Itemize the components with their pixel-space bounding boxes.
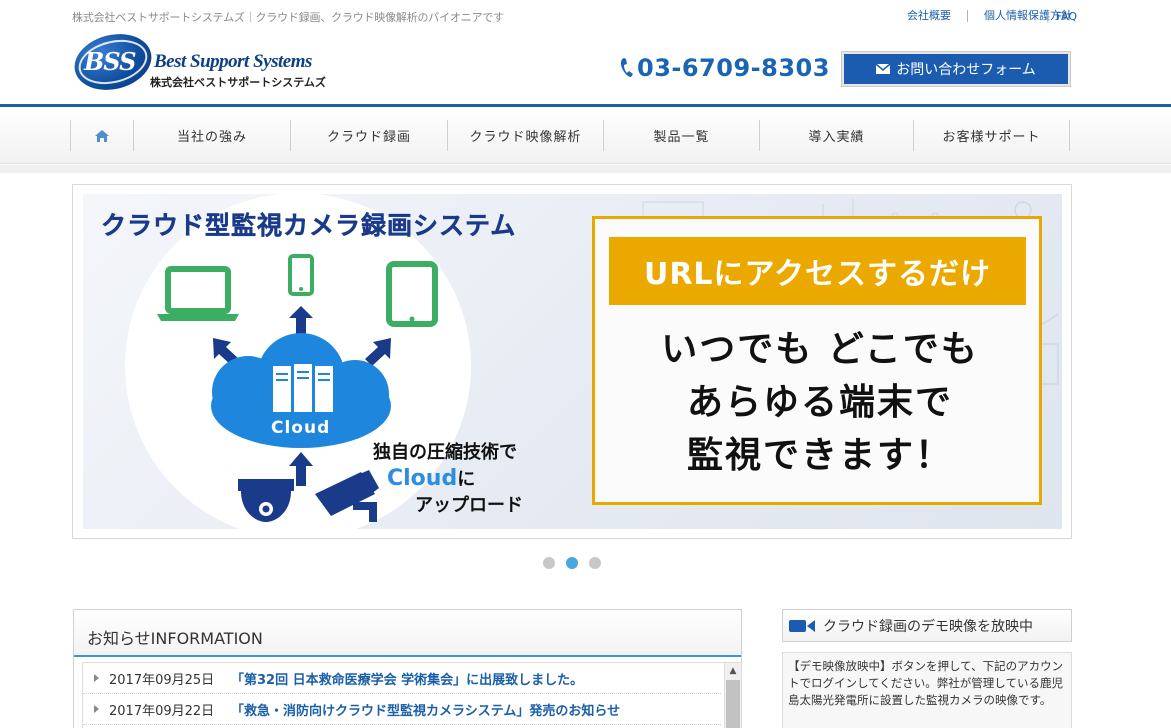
nav-home[interactable] <box>70 120 133 151</box>
bullet-arrow-icon <box>94 674 99 682</box>
video-camera-icon <box>789 619 815 632</box>
phone-icon <box>620 58 633 77</box>
cloud-label: Cloud <box>271 418 331 438</box>
demo-description: 【デモ映像放映中】ボタンを押して、下記のアカウントでログインしてください。弊社が… <box>782 652 1072 728</box>
nav-strengths[interactable]: 当社の強み <box>133 120 290 151</box>
information-box: お知らせINFORMATION 2017年09月25日 「第32回 日本救命医療… <box>73 609 742 728</box>
nav-products[interactable]: 製品一覧 <box>603 120 759 151</box>
hero-message-panel: URLにアクセスするだけ いつでも どこでも あらゆる端末で 監視できます！ <box>592 216 1042 505</box>
logo-mark: BSS <box>84 47 136 76</box>
phone-number[interactable]: 03-6709-8303 <box>619 54 830 82</box>
nav-shadow-band <box>0 165 1171 173</box>
home-icon <box>95 129 109 142</box>
demo-heading-text: クラウド録画のデモ映像を放映中 <box>823 618 1033 635</box>
logo-name-en: Best Support Systems <box>154 51 312 72</box>
phone-text: 03-6709-8303 <box>637 54 830 82</box>
slider-dot-3[interactable] <box>589 557 601 569</box>
slider-pagination <box>543 557 601 569</box>
slider-dot-1[interactable] <box>543 557 555 569</box>
news-title[interactable]: 「救急・消防向けクラウド型監視カメラシステム」発売のお知らせ <box>231 700 620 719</box>
compress-line-1: 独自の圧縮技術で <box>373 442 517 463</box>
hero-slider: クラウド型監視カメラ録画システム Cloud 独自の圧縮技術で Cloudに ア… <box>72 184 1072 539</box>
top-link-faq[interactable]: | FAQ <box>1046 10 1077 23</box>
compress-ni: に <box>457 469 476 490</box>
site-logo[interactable]: BSS Best Support Systems 株式会社ベストサポートシステム… <box>68 26 334 98</box>
news-date: 2017年09月25日 <box>109 672 215 688</box>
contact-form-label: お問い合わせフォーム <box>896 62 1036 78</box>
panel-headline: URLにアクセスするだけ <box>609 237 1026 305</box>
logo-name-jp: 株式会社ベストサポートシステムズ <box>150 76 326 89</box>
panel-line-2: あらゆる端末で <box>686 382 953 423</box>
information-list: 2017年09月25日 「第32回 日本救命医療学会 学術集会」に出展致しました… <box>82 662 742 728</box>
hero-slide[interactable]: クラウド型監視カメラ録画システム Cloud 独自の圧縮技術で Cloudに ア… <box>83 194 1062 529</box>
information-heading: お知らせINFORMATION <box>74 610 741 657</box>
nav-case-studies[interactable]: 導入実績 <box>759 120 913 151</box>
nav-cloud-recording[interactable]: クラウド録画 <box>290 120 447 151</box>
scroll-thumb[interactable] <box>726 680 740 728</box>
compress-cloud-word: Cloud <box>387 466 458 491</box>
global-nav-bar: 当社の強み クラウド録画 クラウド映像解析 製品一覧 導入実績 お客様サポート <box>0 107 1171 164</box>
news-title[interactable]: 「第32回 日本救命医療学会 学術集会」に出展致しました。 <box>231 669 583 688</box>
scroll-up-icon[interactable]: ▲ <box>725 663 741 679</box>
top-link-company[interactable]: 会社概要 <box>907 10 967 22</box>
nav-cloud-video-analysis[interactable]: クラウド映像解析 <box>447 120 603 151</box>
global-nav: 当社の強み クラウド録画 クラウド映像解析 製品一覧 導入実績 お客様サポート <box>70 120 1070 151</box>
nav-support[interactable]: お客様サポート <box>913 120 1070 151</box>
hero-title: クラウド型監視カメラ録画システム <box>101 211 517 240</box>
bullet-arrow-icon <box>94 705 99 713</box>
information-scrollbar[interactable]: ▲ <box>724 663 741 728</box>
mail-icon <box>876 64 891 74</box>
news-date: 2017年09月22日 <box>109 703 215 719</box>
slider-dot-2[interactable] <box>566 557 578 569</box>
panel-line-3: 監視できます！ <box>686 435 953 476</box>
contact-form-button[interactable]: お問い合わせフォーム <box>842 52 1070 86</box>
compress-line-3: アップロード <box>415 495 523 516</box>
compression-caption: 独自の圧縮技術で Cloudに アップロード <box>373 440 523 519</box>
list-item[interactable]: 2017年09月25日 「第32回 日本救命医療学会 学術集会」に出展致しました… <box>83 663 721 694</box>
panel-line-1: いつでも どこでも <box>661 329 979 370</box>
list-item[interactable]: 2017年09月22日 「救急・消防向けクラウド型監視カメラシステム」発売のお知… <box>83 694 721 725</box>
faq-label: FAQ <box>1055 10 1078 23</box>
demo-heading: クラウド録画のデモ映像を放映中 <box>782 609 1072 642</box>
site-tagline: 株式会社ベストサポートシステムズ｜クラウド録画、クラウド映像解析のパイオニアです <box>72 11 504 24</box>
panel-body: いつでも どこでも あらゆる端末で 監視できます！ <box>595 323 1045 482</box>
